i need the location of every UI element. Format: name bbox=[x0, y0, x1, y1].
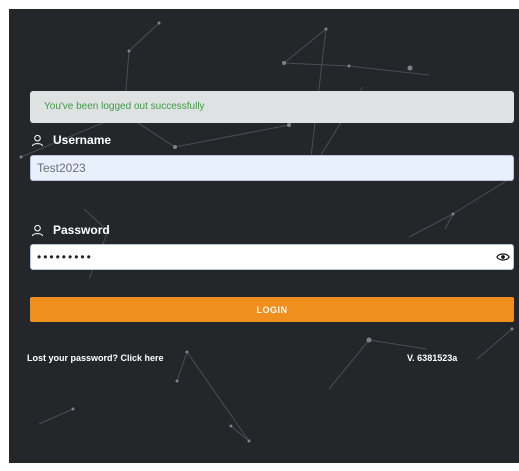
eye-icon[interactable] bbox=[496, 251, 510, 263]
version-label: V. 6381523a bbox=[407, 353, 458, 363]
password-input[interactable] bbox=[30, 244, 514, 270]
password-label: Password bbox=[53, 223, 110, 237]
user-icon bbox=[31, 134, 44, 146]
login-button[interactable]: LOGIN bbox=[30, 297, 514, 322]
username-input[interactable] bbox=[30, 155, 514, 181]
username-label: Username bbox=[53, 133, 112, 147]
logout-success-alert: You've been logged out successfully bbox=[30, 91, 514, 123]
password-label-row: Password bbox=[31, 223, 110, 237]
username-label-row: Username bbox=[31, 133, 111, 147]
lost-password-link[interactable]: Lost your password? Click here bbox=[27, 353, 164, 363]
login-page: You've been logged out successfully User… bbox=[0, 0, 519, 471]
user-icon bbox=[31, 224, 44, 236]
login-panel: You've been logged out successfully User… bbox=[9, 9, 519, 463]
